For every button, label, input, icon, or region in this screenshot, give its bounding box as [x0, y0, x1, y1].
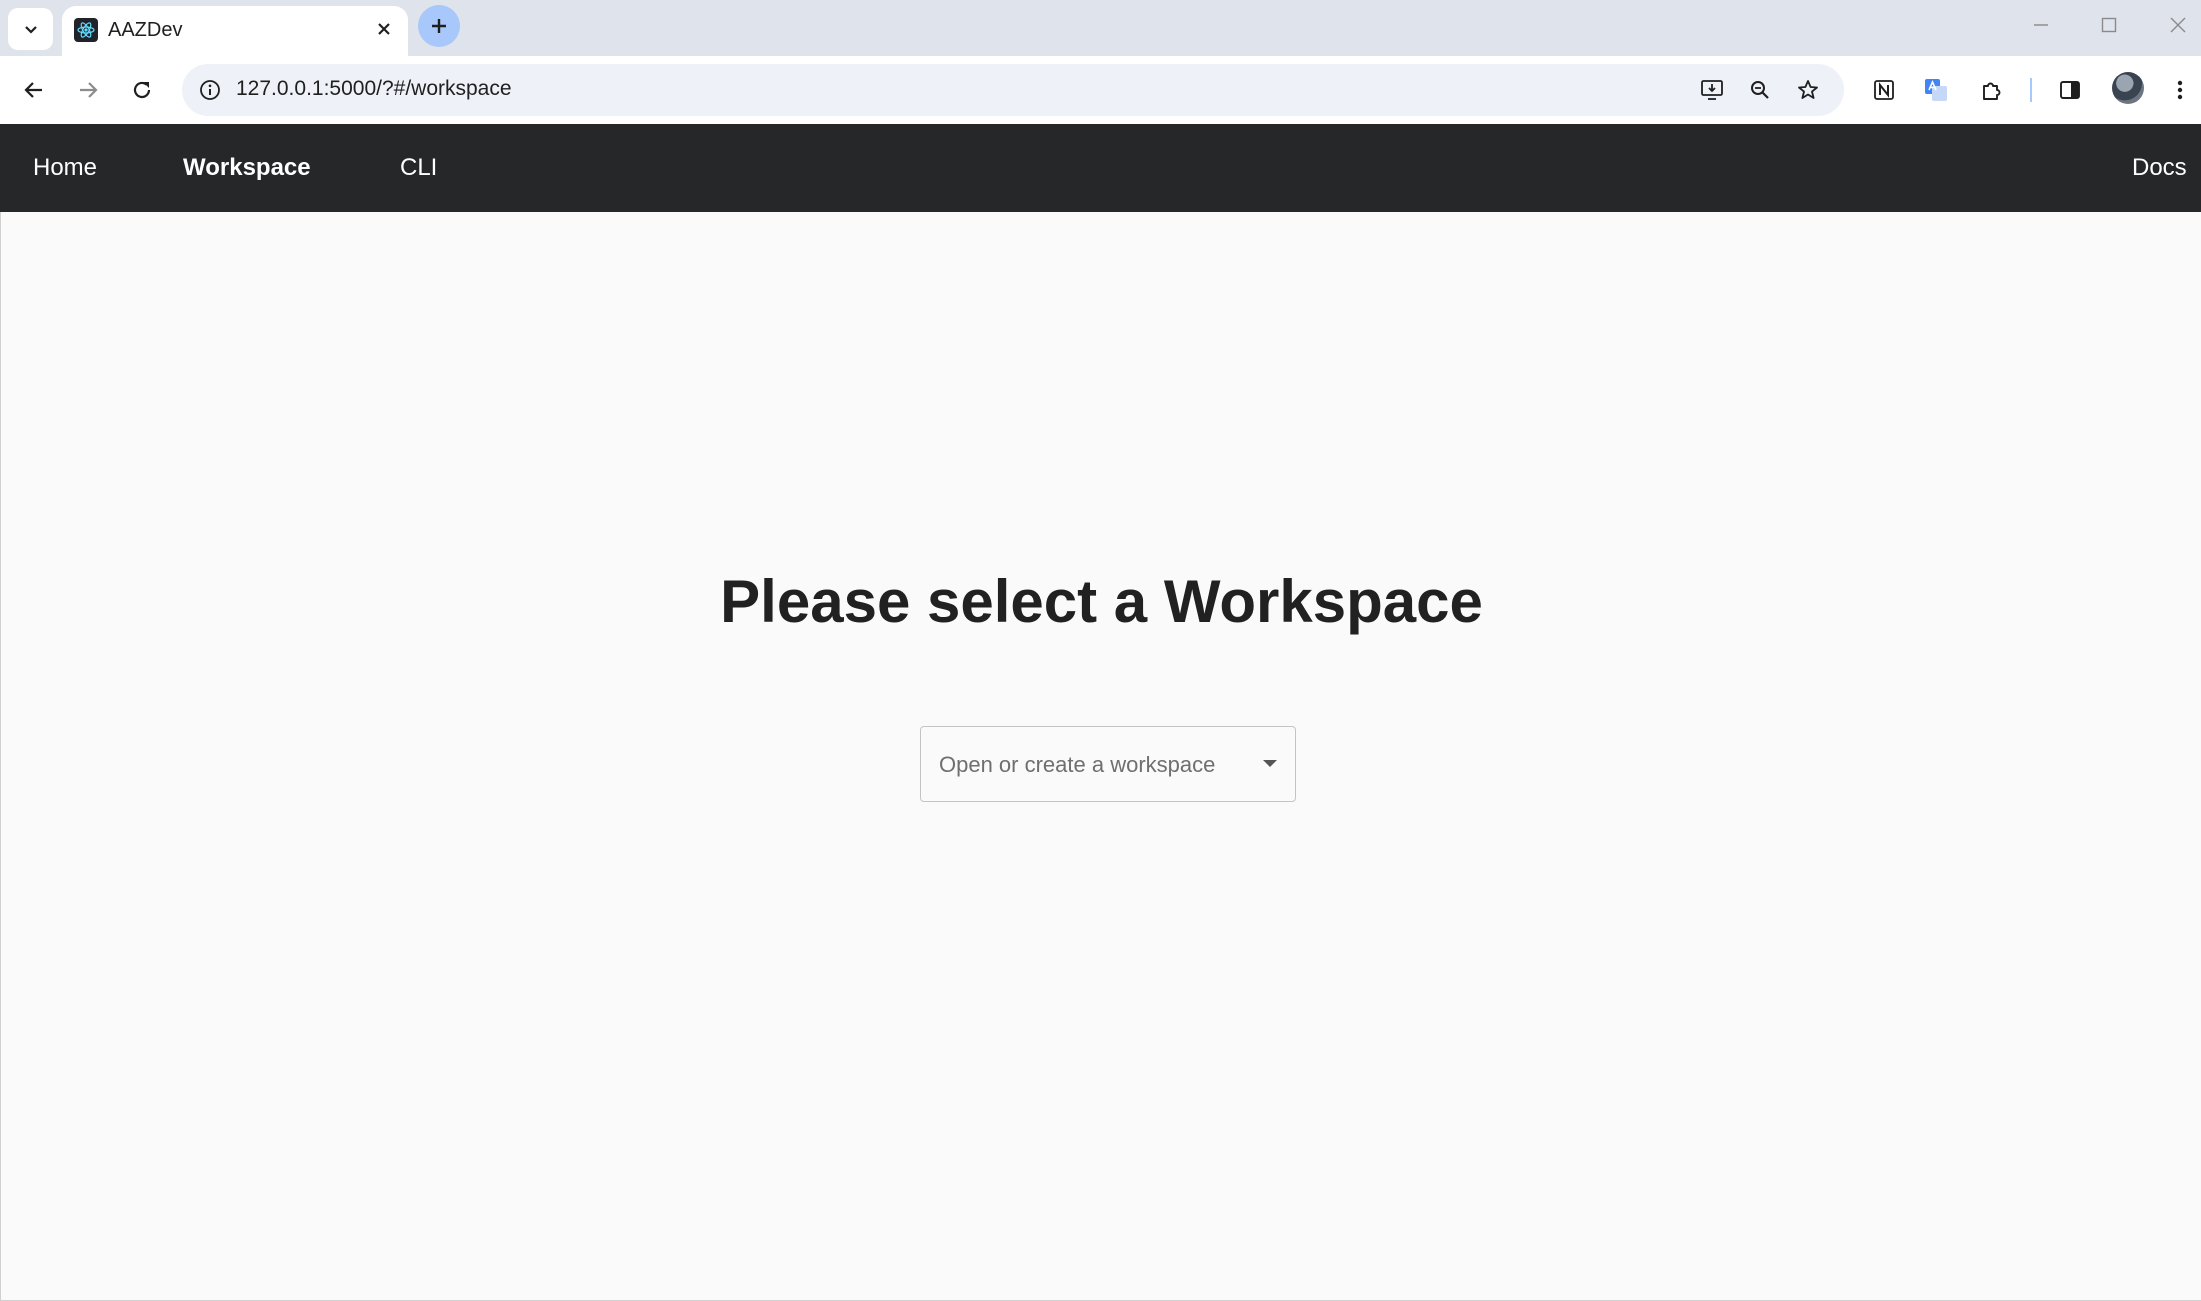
nav-workspace[interactable]: Workspace — [183, 124, 311, 212]
translate-extension-icon[interactable] — [1914, 68, 1958, 112]
minimize-icon — [2034, 24, 2048, 26]
profile-avatar[interactable] — [2112, 72, 2144, 104]
close-icon — [2170, 17, 2186, 33]
address-bar[interactable]: 127.0.0.1:5000/?#/workspace — [182, 64, 1844, 116]
tab-strip: AAZDev — [0, 0, 2201, 56]
reload-button[interactable] — [120, 68, 164, 112]
forward-button[interactable] — [66, 68, 110, 112]
install-app-icon[interactable] — [1694, 72, 1730, 108]
browser-toolbar: 127.0.0.1:5000/?#/workspace — [0, 56, 2201, 124]
nav-cli[interactable]: CLI — [400, 124, 437, 212]
maximize-icon — [2101, 17, 2117, 33]
close-window-button[interactable] — [2143, 0, 2201, 50]
plus-icon — [432, 19, 446, 33]
zoom-icon[interactable] — [1742, 72, 1778, 108]
workspace-select-placeholder: Open or create a workspace — [939, 752, 1216, 777]
chevron-down-icon — [24, 26, 37, 34]
reload-icon — [133, 81, 151, 99]
maximize-button[interactable] — [2074, 0, 2144, 50]
close-tab-icon[interactable] — [372, 17, 396, 41]
app-navbar: Home Workspace CLI Docs — [0, 124, 2201, 212]
tab-title: AAZDev — [108, 19, 183, 41]
more-menu-icon[interactable] — [2158, 68, 2201, 112]
nav-docs[interactable]: Docs — [2132, 124, 2187, 212]
site-info-icon[interactable] — [192, 72, 228, 108]
main-content: Please select a Workspace Open or create… — [0, 212, 2201, 1301]
bookmark-star-icon[interactable] — [1790, 72, 1826, 108]
minimize-button[interactable] — [2006, 0, 2076, 50]
nav-home[interactable]: Home — [33, 124, 97, 212]
notion-extension-icon[interactable] — [1862, 68, 1906, 112]
page-title: Please select a Workspace — [720, 568, 1483, 635]
browser-window: AAZDev 127.0.0.1:5000/?#/workspace Home … — [0, 0, 2201, 1301]
back-icon — [24, 82, 42, 98]
back-button[interactable] — [12, 68, 56, 112]
side-panel-icon[interactable] — [2048, 68, 2092, 112]
tab-search-button[interactable] — [8, 8, 53, 50]
workspace-select[interactable]: Open or create a workspace — [920, 726, 1296, 802]
browser-tab[interactable]: AAZDev — [62, 6, 408, 56]
extensions-icon[interactable] — [1970, 68, 2014, 112]
new-tab-button[interactable] — [418, 5, 460, 47]
toolbar-separator — [2030, 78, 2032, 102]
forward-icon — [80, 82, 98, 98]
dropdown-arrow-icon[interactable] — [1263, 760, 1277, 767]
url-text[interactable]: 127.0.0.1:5000/?#/workspace — [236, 77, 512, 101]
react-logo-icon — [74, 18, 98, 42]
